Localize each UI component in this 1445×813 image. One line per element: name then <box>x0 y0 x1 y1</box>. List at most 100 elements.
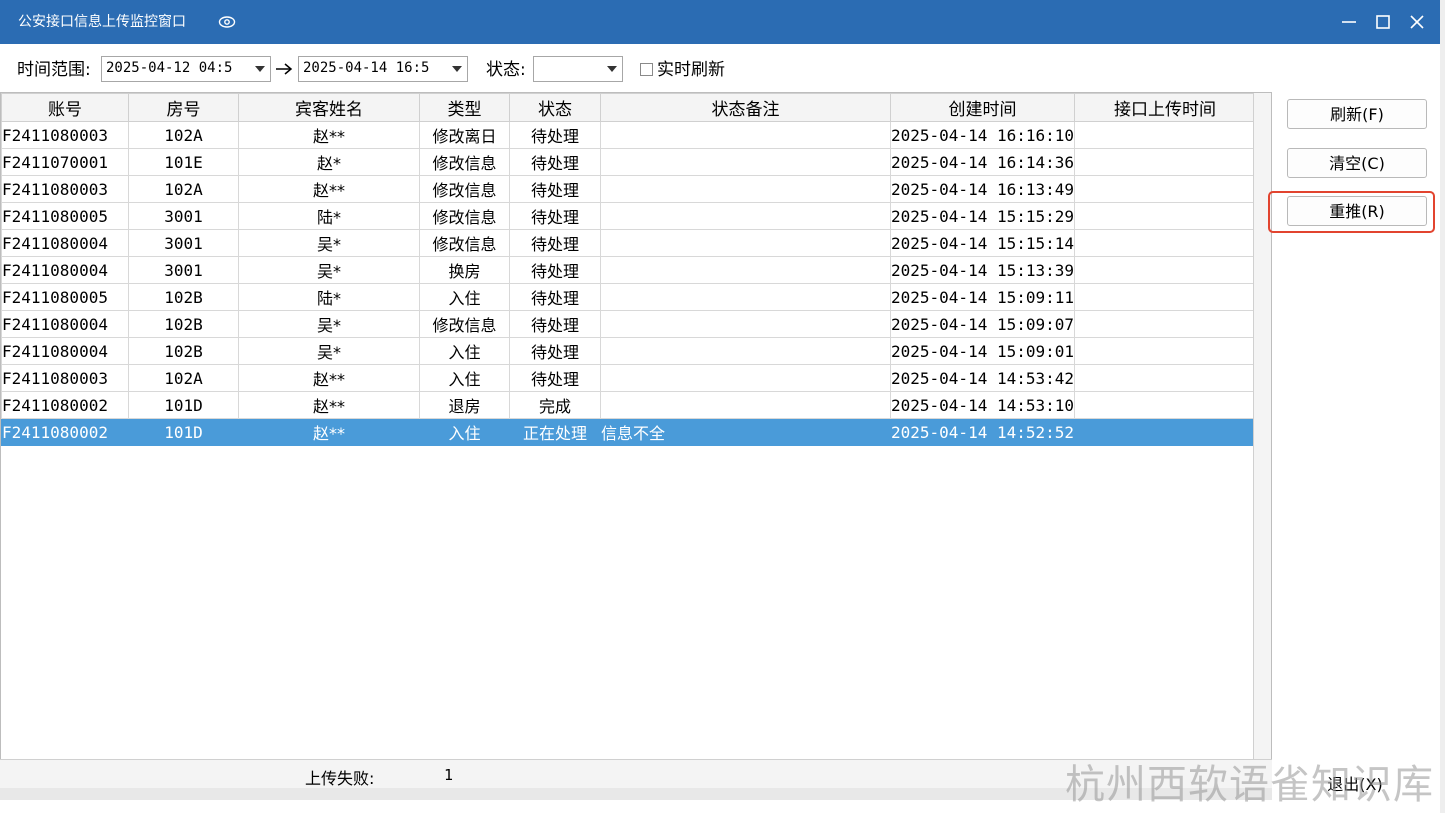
table-row[interactable]: F2411080003 102A 赵** 修改离日 待处理 2025-04-14 16:1… <box>1 121 1257 149</box>
cell-uploaded <box>1074 202 1257 230</box>
cell-status: 待处理 <box>509 256 601 284</box>
cell-status: 完成 <box>509 391 601 419</box>
end-time-value: 2025-04-14 16:5 <box>303 60 430 76</box>
close-icon[interactable] <box>1403 8 1431 36</box>
table-row[interactable]: F2411080002 101D 赵** 入住 正在处理 信息不全 2025-04-14 1… <box>1 418 1257 446</box>
status-select[interactable] <box>533 56 623 82</box>
cell-created: 2025-04-14 14:53:10 <box>889 391 1076 419</box>
table-row[interactable]: F2411080002 101D 赵** 退房 完成 2025-04-14 14:53:1… <box>1 391 1257 419</box>
cell-room: 102A <box>128 364 239 392</box>
time-range-label: 时间范围: <box>17 60 91 80</box>
cell-created: 2025-04-14 15:09:11 <box>889 283 1076 311</box>
cell-created: 2025-04-14 15:15:29 <box>889 202 1076 230</box>
eye-icon[interactable] <box>218 14 236 30</box>
cell-room: 101E <box>128 148 239 176</box>
cell-guest: 吴* <box>238 337 420 365</box>
cell-note <box>600 175 891 203</box>
column-header[interactable]: 状态 <box>509 93 601 122</box>
table-row[interactable]: F2411080004 3001 吴* 修改信息 待处理 2025-04-14 15:15… <box>1 229 1257 257</box>
cell-status: 待处理 <box>509 202 601 230</box>
end-time-combo[interactable]: 2025-04-14 16:5 <box>298 56 468 82</box>
cell-guest: 陆* <box>238 283 420 311</box>
table-row[interactable]: F2411080003 102A 赵** 入住 待处理 2025-04-14 14:53:… <box>1 364 1257 392</box>
cell-room: 102B <box>128 310 239 338</box>
cell-type: 入住 <box>419 364 510 392</box>
cell-account: F2411070001 <box>1 148 129 176</box>
maximize-icon[interactable] <box>1369 8 1397 36</box>
cell-status: 待处理 <box>509 229 601 257</box>
column-header[interactable]: 创建时间 <box>889 93 1076 122</box>
arrow-right-icon <box>276 63 293 75</box>
cell-room: 3001 <box>128 202 239 230</box>
cell-uploaded <box>1074 175 1257 203</box>
cell-note <box>600 364 891 392</box>
table-row[interactable]: F2411070001 101E 赵* 修改信息 待处理 2025-04-14 16:14… <box>1 148 1257 176</box>
cell-account: F2411080003 <box>1 121 129 149</box>
cell-account: F2411080004 <box>1 337 129 365</box>
clear-button[interactable]: 清空(C) <box>1287 148 1427 178</box>
column-header[interactable]: 账号 <box>1 93 129 122</box>
cell-note <box>600 337 891 365</box>
chevron-down-icon[interactable] <box>607 66 617 73</box>
cell-account: F2411080004 <box>1 256 129 284</box>
table-row[interactable]: F2411080004 102B 吴* 修改信息 待处理 2025-04-14 15:09… <box>1 310 1257 338</box>
cell-type: 修改信息 <box>419 229 510 257</box>
table-row[interactable]: F2411080004 3001 吴* 换房 待处理 2025-04-14 15:13:3… <box>1 256 1257 284</box>
upload-monitor-grid[interactable]: 账号 房号 宾客姓名 类型 状态 状态备注 创建时间 接口上传时间 F24110… <box>0 92 1272 788</box>
cell-created: 2025-04-14 16:14:36 <box>889 148 1076 176</box>
cell-uploaded <box>1074 418 1257 446</box>
table-row[interactable]: F2411080004 102B 吴* 入住 待处理 2025-04-14 15:09:0… <box>1 337 1257 365</box>
data-table: 账号 房号 宾客姓名 类型 状态 状态备注 创建时间 接口上传时间 F24110… <box>1 93 1257 446</box>
cell-guest: 赵** <box>238 391 420 419</box>
column-header[interactable]: 类型 <box>419 93 510 122</box>
cell-note <box>600 283 891 311</box>
table-row[interactable]: F2411080003 102A 赵** 修改信息 待处理 2025-04-14 16:1… <box>1 175 1257 203</box>
column-header[interactable]: 接口上传时间 <box>1074 93 1257 122</box>
cell-status: 待处理 <box>509 148 601 176</box>
column-header[interactable]: 房号 <box>128 93 239 122</box>
cell-room: 102B <box>128 337 239 365</box>
refresh-button[interactable]: 刷新(F) <box>1287 99 1427 129</box>
cell-uploaded <box>1074 364 1257 392</box>
realtime-refresh-checkbox[interactable] <box>640 63 653 76</box>
cell-account: F2411080005 <box>1 283 129 311</box>
start-time-combo[interactable]: 2025-04-12 04:5 <box>101 56 271 82</box>
cell-room: 3001 <box>128 256 239 284</box>
cell-created: 2025-04-14 15:09:07 <box>889 310 1076 338</box>
minimize-icon[interactable] <box>1335 8 1363 36</box>
realtime-refresh-label[interactable]: 实时刷新 <box>657 59 725 81</box>
cell-room: 102B <box>128 283 239 311</box>
cell-account: F2411080003 <box>1 364 129 392</box>
cell-note <box>600 202 891 230</box>
start-time-value: 2025-04-12 04:5 <box>106 60 233 76</box>
window-frame <box>1440 0 1445 813</box>
cell-uploaded <box>1074 310 1257 338</box>
table-row[interactable]: F2411080005 102B 陆* 入住 待处理 2025-04-14 15:09:1… <box>1 283 1257 311</box>
cell-created: 2025-04-14 15:15:14 <box>889 229 1076 257</box>
cell-status: 待处理 <box>509 175 601 203</box>
chevron-down-icon[interactable] <box>452 66 462 73</box>
cell-type: 退房 <box>419 391 510 419</box>
column-header[interactable]: 宾客姓名 <box>238 93 420 122</box>
cell-status: 待处理 <box>509 121 601 149</box>
cell-created: 2025-04-14 16:13:49 <box>889 175 1076 203</box>
cell-room: 102A <box>128 121 239 149</box>
cell-guest: 赵* <box>238 148 420 176</box>
cell-note <box>600 121 891 149</box>
table-row[interactable]: F2411080005 3001 陆* 修改信息 待处理 2025-04-14 15:15… <box>1 202 1257 230</box>
cell-type: 修改信息 <box>419 148 510 176</box>
chevron-down-icon[interactable] <box>255 66 265 73</box>
cell-type: 修改信息 <box>419 202 510 230</box>
cell-created: 2025-04-14 14:52:52 <box>889 418 1076 446</box>
cell-type: 修改离日 <box>419 121 510 149</box>
cell-room: 101D <box>128 391 239 419</box>
upload-fail-label: 上传失败: <box>305 769 375 788</box>
cell-guest: 吴* <box>238 310 420 338</box>
cell-status: 待处理 <box>509 283 601 311</box>
cell-uploaded <box>1074 391 1257 419</box>
column-header[interactable]: 状态备注 <box>600 93 891 122</box>
cell-guest: 赵** <box>238 418 420 446</box>
cell-account: F2411080003 <box>1 175 129 203</box>
cell-status: 待处理 <box>509 310 601 338</box>
cell-guest: 吴* <box>238 256 420 284</box>
